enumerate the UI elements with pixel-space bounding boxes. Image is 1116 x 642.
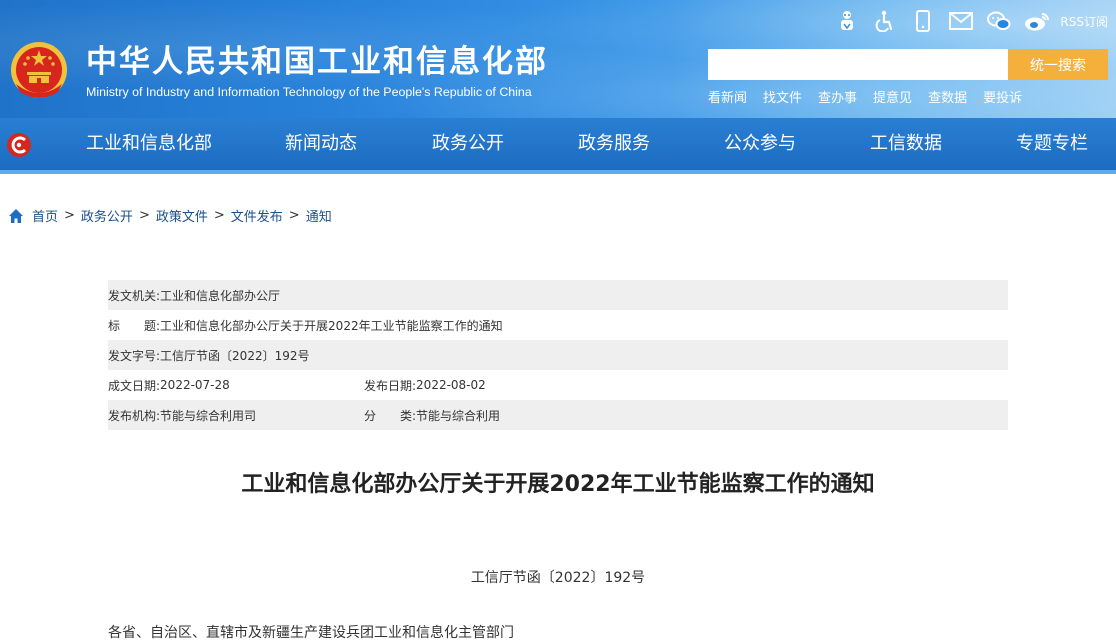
quick-link-news[interactable]: 看新闻 <box>708 87 747 106</box>
wechat-icon[interactable] <box>980 8 1018 34</box>
quick-link-complaint[interactable]: 要投诉 <box>983 87 1022 106</box>
published-date-value: 2022-08-02 <box>416 378 486 392</box>
nav-item-data[interactable]: 工信数据 <box>870 118 942 170</box>
nav-item-gov-services[interactable]: 政务服务 <box>578 118 650 170</box>
weibo-icon[interactable] <box>1018 8 1056 34</box>
email-icon[interactable] <box>942 8 980 34</box>
breadcrumb-gov-affairs[interactable]: 政务公开 <box>81 206 133 225</box>
nav-item-news[interactable]: 新闻动态 <box>285 118 357 170</box>
docno-label: 发文字号: <box>108 348 161 363</box>
search-input[interactable] <box>708 49 1008 80</box>
elder-care-icon[interactable] <box>828 8 866 34</box>
title-label: 标 题: <box>108 318 161 333</box>
breadcrumb-notice[interactable]: 通知 <box>306 206 332 225</box>
mobile-icon[interactable] <box>904 8 942 34</box>
info-row-issuer: 发文机关: 工业和信息化部办公厅 <box>108 280 1008 310</box>
docno-value: 工信厅节函〔2022〕192号 <box>160 348 310 363</box>
breadcrumb-home[interactable]: 首页 <box>32 206 58 225</box>
created-date-label: 成文日期: <box>108 378 161 393</box>
quick-link-data[interactable]: 查数据 <box>928 87 967 106</box>
breadcrumb-separator: > <box>213 208 225 223</box>
top-icon-bar: RSS订阅 <box>828 8 1108 34</box>
issuer-value: 工业和信息化部办公厅 <box>160 288 281 303</box>
home-icon[interactable] <box>8 208 24 224</box>
quick-links: 看新闻 找文件 查办事 提意见 查数据 要投诉 <box>708 87 1038 106</box>
national-emblem-icon[interactable] <box>8 40 70 104</box>
quick-link-feedback[interactable]: 提意见 <box>873 87 912 106</box>
site-header: 中华人民共和国工业和信息化部 Ministry of Industry and … <box>0 0 1116 118</box>
org-value: 节能与综合利用司 <box>160 408 257 423</box>
china-gov-logo-icon[interactable] <box>6 132 32 158</box>
category-label: 分 类: <box>364 408 417 423</box>
category-value: 节能与综合利用 <box>416 408 501 423</box>
breadcrumb-file-release[interactable]: 文件发布 <box>231 206 283 225</box>
org-label: 发布机构: <box>108 408 161 423</box>
info-row-dates: 成文日期: 2022-07-28 发布日期: 2022-08-02 <box>108 370 1008 400</box>
main-nav: 工业和信息化部 新闻动态 政务公开 政务服务 公众参与 工信数据 专题专栏 <box>0 118 1116 174</box>
nav-item-gov-affairs[interactable]: 政务公开 <box>432 118 504 170</box>
breadcrumb-separator: > <box>64 208 75 223</box>
rss-link[interactable]: RSS订阅 <box>1060 13 1108 30</box>
document-title: 工业和信息化部办公厅关于开展2022年工业节能监察工作的通知 <box>241 472 875 497</box>
created-date-value: 2022-07-28 <box>160 378 230 392</box>
issuer-label: 发文机关: <box>108 288 161 303</box>
nav-item-topics[interactable]: 专题专栏 <box>1016 118 1088 170</box>
info-row-docno: 发文字号: 工信厅节函〔2022〕192号 <box>108 340 1008 370</box>
nav-item-public[interactable]: 公众参与 <box>724 118 796 170</box>
breadcrumb: 首页 > 政务公开 > 政策文件 > 文件发布 > 通知 <box>8 206 332 225</box>
document-number: 工信厅节函〔2022〕192号 <box>470 570 646 586</box>
info-row-title: 标 题: 工业和信息化部办公厅关于开展2022年工业节能监察工作的通知 <box>108 310 1008 340</box>
quick-link-files[interactable]: 找文件 <box>763 87 802 106</box>
nav-item-miit[interactable]: 工业和信息化部 <box>86 118 212 170</box>
quick-link-services[interactable]: 查办事 <box>818 87 857 106</box>
search-button[interactable]: 统一搜索 <box>1008 49 1108 80</box>
info-row-org: 发布机构: 节能与综合利用司 分 类: 节能与综合利用 <box>108 400 1008 430</box>
breadcrumb-separator: > <box>138 208 150 223</box>
breadcrumb-separator: > <box>288 208 300 223</box>
published-date-label: 发布日期: <box>364 378 417 393</box>
title-value: 工业和信息化部办公厅关于开展2022年工业节能监察工作的通知 <box>160 318 503 333</box>
breadcrumb-policy-docs[interactable]: 政策文件 <box>156 206 208 225</box>
site-subtitle: Ministry of Industry and Information Tec… <box>86 85 532 99</box>
accessibility-icon[interactable] <box>866 8 904 34</box>
site-title: 中华人民共和国工业和信息化部 <box>86 44 548 80</box>
document-body-first-line: 各省、自治区、直辖市及新疆生产建设兵团工业和信息化主管部门 <box>108 625 514 641</box>
document-info-table: 发文机关: 工业和信息化部办公厅 标 题: 工业和信息化部办公厅关于开展2022… <box>108 280 1008 430</box>
